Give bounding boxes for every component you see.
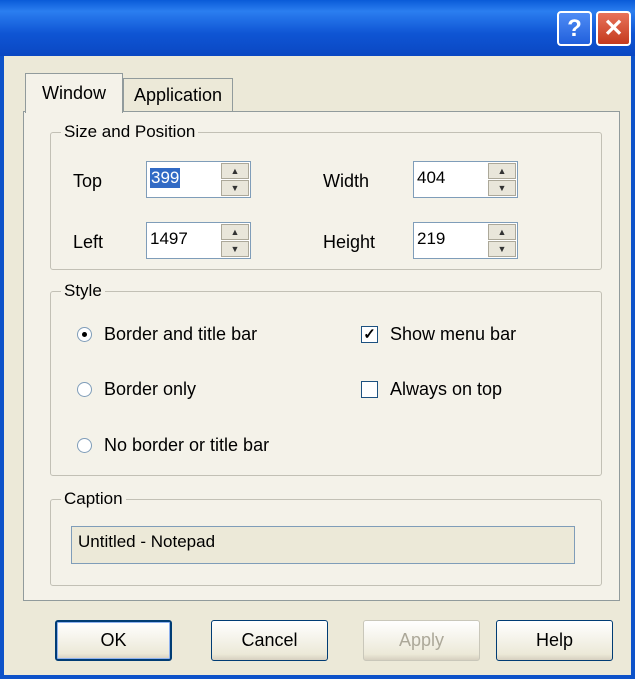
caption-input[interactable]: Untitled - Notepad <box>71 526 575 564</box>
top-spinner[interactable]: 399 ▲ ▼ <box>146 161 251 198</box>
radio-icon[interactable] <box>77 382 92 397</box>
checkbox-label: Show menu bar <box>390 324 517 344</box>
radio-border-only[interactable]: Border only <box>77 379 196 400</box>
tab-window[interactable]: Window <box>25 73 123 113</box>
radio-label: No border or title bar <box>104 435 270 455</box>
checkbox-always-on-top[interactable]: Always on top <box>361 379 502 400</box>
width-value[interactable]: 404 <box>417 168 445 188</box>
top-value[interactable]: 399 <box>150 168 181 188</box>
height-label: Height <box>323 232 376 252</box>
height-up-arrow-icon[interactable]: ▲ <box>488 224 516 240</box>
radio-no-border-or-title-bar[interactable]: No border or title bar <box>77 435 269 456</box>
width-up-arrow-icon[interactable]: ▲ <box>488 163 516 179</box>
help-button[interactable]: Help <box>496 620 613 661</box>
checkbox-icon[interactable] <box>361 381 378 398</box>
top-label: Top <box>73 171 103 191</box>
caption-group: Caption Untitled - Notepad <box>50 489 602 586</box>
caption-label: Caption <box>61 489 126 509</box>
width-label: Width <box>323 171 370 191</box>
radio-label: Border only <box>104 379 197 399</box>
close-icon-button[interactable]: ✕ <box>596 11 631 46</box>
radio-selected-icon[interactable] <box>77 327 92 342</box>
checkmark-icon[interactable]: ✓ <box>361 326 378 343</box>
radio-border-and-title-bar[interactable]: Border and title bar <box>77 324 257 345</box>
left-up-arrow-icon[interactable]: ▲ <box>221 224 249 240</box>
height-down-arrow-icon[interactable]: ▼ <box>488 241 516 257</box>
left-label: Left <box>73 232 104 252</box>
left-value[interactable]: 1497 <box>150 229 188 249</box>
title-bar: ? ✕ <box>0 0 635 56</box>
size-position-group: Size and Position Top 399 ▲ ▼ Left 1497 ▲… <box>50 122 602 270</box>
help-icon-button[interactable]: ? <box>557 11 592 46</box>
tab-panel: Size and Position Top 399 ▲ ▼ Left 1497 ▲… <box>23 111 620 601</box>
style-label: Style <box>61 281 105 301</box>
top-down-arrow-icon[interactable]: ▼ <box>221 180 249 196</box>
height-spinner[interactable]: 219 ▲ ▼ <box>413 222 518 259</box>
height-value[interactable]: 219 <box>417 229 445 249</box>
cancel-button[interactable]: Cancel <box>211 620 328 661</box>
top-up-arrow-icon[interactable]: ▲ <box>221 163 249 179</box>
left-spinner[interactable]: 1497 ▲ ▼ <box>146 222 251 259</box>
ok-button[interactable]: OK <box>55 620 172 661</box>
width-down-arrow-icon[interactable]: ▼ <box>488 180 516 196</box>
width-spinner[interactable]: 404 ▲ ▼ <box>413 161 518 198</box>
size-position-label: Size and Position <box>61 122 199 142</box>
style-group: Style Border and title bar Border only N… <box>50 281 602 476</box>
left-down-arrow-icon[interactable]: ▼ <box>221 241 249 257</box>
checkbox-show-menu-bar[interactable]: ✓ Show menu bar <box>361 324 516 345</box>
apply-button[interactable]: Apply <box>363 620 480 661</box>
checkbox-label: Always on top <box>390 379 503 399</box>
radio-icon[interactable] <box>77 438 92 453</box>
radio-label: Border and title bar <box>104 324 258 344</box>
tab-application[interactable]: Application <box>123 78 233 112</box>
